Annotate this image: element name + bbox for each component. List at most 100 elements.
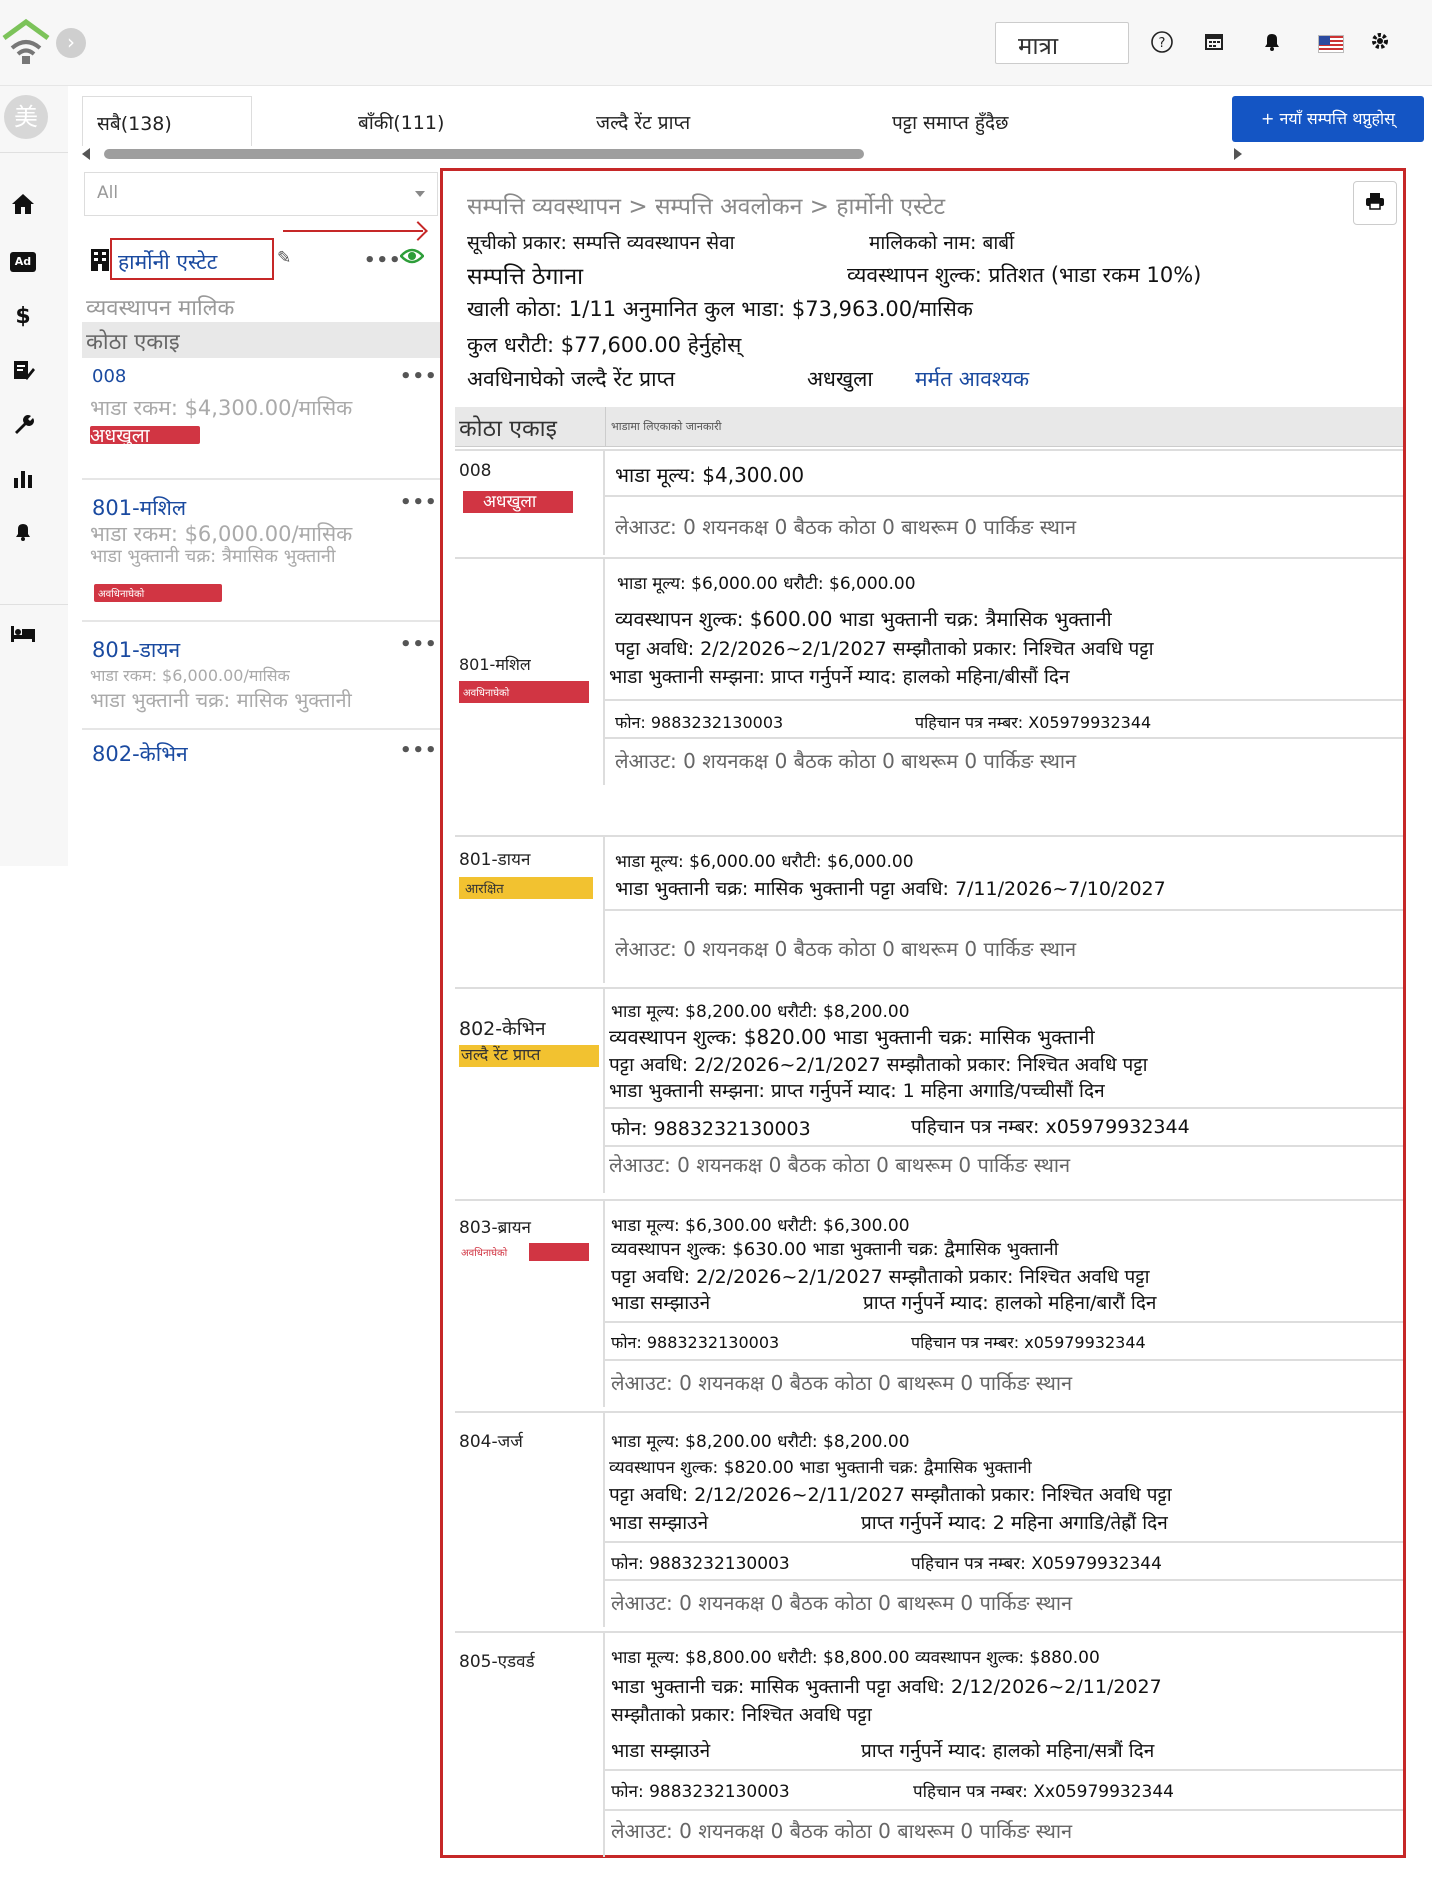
- payment-reminder: भाडा भुक्तानी सम्झना: प्राप्त गर्नुपर्ने…: [609, 1080, 1105, 1102]
- more-options-icon[interactable]: •••: [400, 634, 438, 655]
- logo-icon: [2, 18, 50, 64]
- unit-name: 008: [459, 461, 492, 481]
- header-tenant-info: भाडामा लिएकाको जानकारी: [611, 420, 722, 433]
- row-divider: [605, 1107, 1403, 1109]
- status-badge-label: अवधिनाघेको: [463, 688, 510, 699]
- payment-reminder-label: भाडा सम्झाउने: [611, 1292, 711, 1314]
- tab-pending[interactable]: बाँकी(111): [358, 96, 444, 146]
- search-input[interactable]: मात्रा: [995, 22, 1129, 64]
- wrench-icon[interactable]: [8, 412, 38, 442]
- row-divider: [605, 1145, 1403, 1147]
- print-button[interactable]: [1353, 181, 1397, 225]
- payment-due: प्राप्त गर्नुपर्ने म्याद: हालको महिना/सत…: [861, 1740, 1155, 1762]
- row-divider: [605, 699, 1403, 701]
- home-icon[interactable]: [8, 192, 38, 222]
- more-options-icon[interactable]: •••: [400, 492, 438, 513]
- list-item[interactable]: 802-केभिन •••: [82, 732, 440, 771]
- list-item[interactable]: 801-डायन ••• भाडा रकम: $6,000.00/मासिक भ…: [82, 624, 440, 730]
- avatar[interactable]: 美: [4, 95, 48, 139]
- unit-layout: लेआउट: 0 शयनकक्ष 0 बैठक कोठा 0 बाथरूम 0 …: [611, 1819, 1073, 1843]
- status-badge: [529, 1243, 589, 1261]
- tab-lease-expiring[interactable]: पट्टा समाप्त हुँदैछ: [892, 96, 1008, 146]
- rent-deposit: भाडा मूल्य: $8,200.00 धरौटी: $8,200.00: [611, 1002, 910, 1022]
- calendar-icon[interactable]: [1200, 30, 1228, 58]
- table-row[interactable]: 008 अधखुला भाडा मूल्य: $4,300.00 लेआउट: …: [455, 449, 1403, 555]
- row-divider: [605, 737, 1403, 739]
- table-row[interactable]: 804-जर्ज भाडा मूल्य: $8,200.00 धरौटी: $8…: [455, 1411, 1403, 1627]
- unit-name: 801-डायन: [92, 638, 181, 662]
- collapse-sidebar-button[interactable]: ›: [56, 28, 86, 58]
- gear-icon[interactable]: [1366, 30, 1394, 58]
- table-row[interactable]: 802-केभिन जल्दै रेंट प्राप्त भाडा मूल्य:…: [455, 987, 1403, 1193]
- more-options-icon[interactable]: •••: [400, 366, 438, 387]
- cycle-lease: भाडा भुक्तानी चक्र: मासिक भुक्तानी पट्टा…: [615, 878, 1166, 900]
- eye-icon[interactable]: [399, 246, 425, 271]
- more-options-icon[interactable]: •••: [400, 740, 438, 761]
- unit-layout: लेआउट: 0 शयनकक्ष 0 बैठक कोठा 0 बाथरूम 0 …: [615, 937, 1077, 961]
- row-divider: [605, 1541, 1403, 1543]
- rent-deposit: भाडा मूल्य: $6,300.00 धरौटी: $6,300.00: [611, 1216, 910, 1236]
- vacancy-summary: खाली कोठा: 1/11 अनुमानित कुल भाडा: $73,9…: [467, 297, 973, 321]
- tabs-scrollbar[interactable]: [82, 147, 1242, 161]
- table-row[interactable]: 801-मशिल अवधिनाघेको भाडा मूल्य: $6,000.0…: [455, 557, 1403, 785]
- breadcrumb[interactable]: सम्पत्ति व्यवस्थापन > सम्पत्ति अवलोकन > …: [467, 189, 945, 221]
- property-name[interactable]: हार्मोनी एस्टेट: [118, 248, 217, 276]
- table-row[interactable]: 803-ब्रायन अवधिनाघेको भाडा मूल्य: $6,300…: [455, 1199, 1403, 1407]
- tenant-phone: फोन: 9883232130003: [611, 1118, 811, 1140]
- list-item[interactable]: 801-मशिल ••• भाडा रकम: $6,000.00/मासिक भ…: [82, 482, 440, 622]
- fee-cycle: व्यवस्थापन शुल्क: $820.00 भाडा भुक्तानी …: [609, 1025, 1095, 1049]
- contract-edit-icon[interactable]: [8, 358, 38, 388]
- payment-due: प्राप्त गर्नुपर्ने म्याद: हालको महिना/बा…: [863, 1292, 1157, 1314]
- flag-icon[interactable]: [1318, 35, 1344, 53]
- filter-half-open[interactable]: अधखुला: [807, 365, 873, 393]
- row-divider: [605, 1769, 1403, 1771]
- unit-name: 805-एडवर्ड: [459, 1652, 535, 1672]
- bell-icon[interactable]: [1258, 30, 1286, 58]
- filter-repair-needed[interactable]: मर्मत आवश्यक: [915, 365, 1029, 393]
- scroll-left-icon[interactable]: [82, 148, 90, 160]
- header-divider: [605, 407, 606, 447]
- column-divider: [603, 451, 605, 555]
- property-filter-select[interactable]: All: [84, 172, 438, 216]
- status-badge-label: जल्दै रेंट प्राप्त: [461, 1045, 541, 1064]
- unit-payment-cycle: भाडा भुक्तानी चक्र: त्रैमासिक भुक्तानी: [90, 546, 336, 567]
- list-item[interactable]: 008 ••• भाडा रकम: $4,300.00/मासिक अधखुला: [82, 358, 440, 480]
- add-property-button[interactable]: + नयाँ सम्पत्ति थप्नुहोस्: [1232, 96, 1424, 142]
- tab-all[interactable]: सबै(138): [82, 96, 252, 146]
- scrollbar-thumb[interactable]: [104, 149, 864, 159]
- row-divider: [605, 495, 1403, 497]
- status-badge-label: अवधिनाघेको: [461, 1248, 508, 1259]
- dollar-icon[interactable]: $: [8, 302, 38, 332]
- rent-price: भाडा मूल्य: $4,300.00: [615, 463, 805, 487]
- rent-deposit: भाडा मूल्य: $8,200.00 धरौटी: $8,200.00: [611, 1432, 910, 1452]
- help-icon[interactable]: ?: [1148, 30, 1176, 58]
- edit-icon[interactable]: ✎: [277, 248, 291, 268]
- row-divider: [605, 1321, 1403, 1323]
- svg-text:?: ?: [1159, 36, 1166, 51]
- tab-rent-due-soon[interactable]: जल्दै रेंट प्राप्त: [596, 96, 690, 146]
- unit-name: 008: [92, 366, 127, 387]
- tenant-phone: फोन: 9883232130003: [611, 1554, 790, 1574]
- table-row[interactable]: 805-एडवर्ड भाडा मूल्य: $8,800.00 धरौटी: …: [455, 1631, 1403, 1857]
- fee-cycle: व्यवस्थापन शुल्क: $820.00 भाडा भुक्तानी …: [609, 1458, 1032, 1478]
- payment-reminder: भाडा भुक्तानी सम्झना: प्राप्त गर्नुपर्ने…: [609, 666, 1070, 688]
- more-options-icon[interactable]: •••: [364, 250, 402, 271]
- unit-name: 801-मशिल: [459, 655, 531, 674]
- tenant-id-number: पहिचान पत्र नम्बर: x05979932344: [911, 1333, 1146, 1352]
- filter-value: All: [97, 183, 119, 203]
- rail-divider: [0, 604, 68, 605]
- unit-name: 801-डायन: [459, 850, 531, 870]
- deposit-summary[interactable]: कुल धरौटी: $77,600.00 हेर्नुहोस्: [467, 331, 741, 359]
- table-row[interactable]: 801-डायन आरक्षित भाडा मूल्य: $6,000.00 ध…: [455, 835, 1403, 983]
- bed-icon[interactable]: [8, 622, 38, 652]
- notification-bell-icon[interactable]: [8, 520, 38, 550]
- cycle-lease: भाडा भुक्तानी चक्र: मासिक भुक्तानी पट्टा…: [611, 1676, 1162, 1698]
- bar-chart-icon[interactable]: [8, 466, 38, 496]
- property-card[interactable]: हार्मोनी एस्टेट ✎ ••• व्यवस्थापन मालिक: [82, 226, 440, 322]
- app-root: › मात्रा ? 美 Ad $ सबै(138) बाँकी(111) जल…: [0, 0, 1432, 1904]
- property-sidebar: हार्मोनी एस्टेट ✎ ••• व्यवस्थापन मालिक क…: [82, 226, 440, 771]
- scroll-right-icon[interactable]: [1234, 148, 1242, 160]
- ad-icon[interactable]: Ad: [10, 252, 36, 272]
- filter-overdue-rent-due[interactable]: अवधिनाघेको जल्दै रेंट प्राप्त: [467, 365, 675, 393]
- contract-type: सम्झौताको प्रकार: निश्चित अवधि पट्टा: [611, 1704, 872, 1726]
